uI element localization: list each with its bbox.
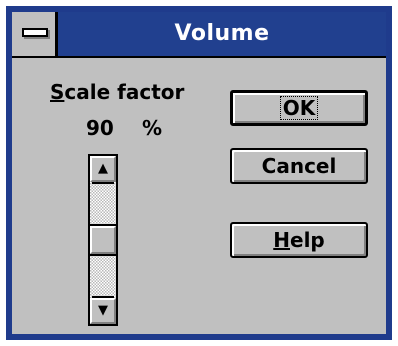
volume-dialog: Volume Scale factor 90 % ▲ ▼ OK Cancel H… — [6, 6, 392, 340]
help-mnemonic: H — [273, 228, 290, 252]
scale-factor-mnemonic: S — [50, 80, 65, 104]
arrow-down-icon: ▼ — [98, 303, 108, 318]
cancel-button[interactable]: Cancel — [230, 148, 368, 184]
scroll-down-button[interactable]: ▼ — [90, 296, 116, 324]
window-title: Volume — [174, 21, 270, 46]
scroll-thumb[interactable] — [88, 224, 118, 256]
system-menu-button[interactable] — [12, 12, 58, 56]
scroll-up-button[interactable]: ▲ — [90, 156, 116, 184]
ok-button[interactable]: OK — [230, 90, 368, 126]
scale-factor-value: 90 — [86, 116, 114, 140]
title-bar[interactable]: Volume — [12, 12, 386, 56]
help-label-text: elp — [290, 228, 325, 252]
scale-factor-unit: % — [142, 116, 163, 140]
scale-factor-scrollbar[interactable]: ▲ ▼ — [88, 154, 118, 326]
help-button[interactable]: Help — [230, 222, 368, 258]
scale-factor-label: Scale factor — [50, 80, 184, 104]
ok-button-label: OK — [279, 96, 319, 120]
arrow-up-icon: ▲ — [98, 161, 108, 176]
scale-factor-label-text: cale factor — [64, 80, 185, 104]
system-menu-icon — [22, 28, 48, 37]
dialog-client-area: Scale factor 90 % ▲ ▼ OK Cancel Help — [12, 56, 386, 334]
